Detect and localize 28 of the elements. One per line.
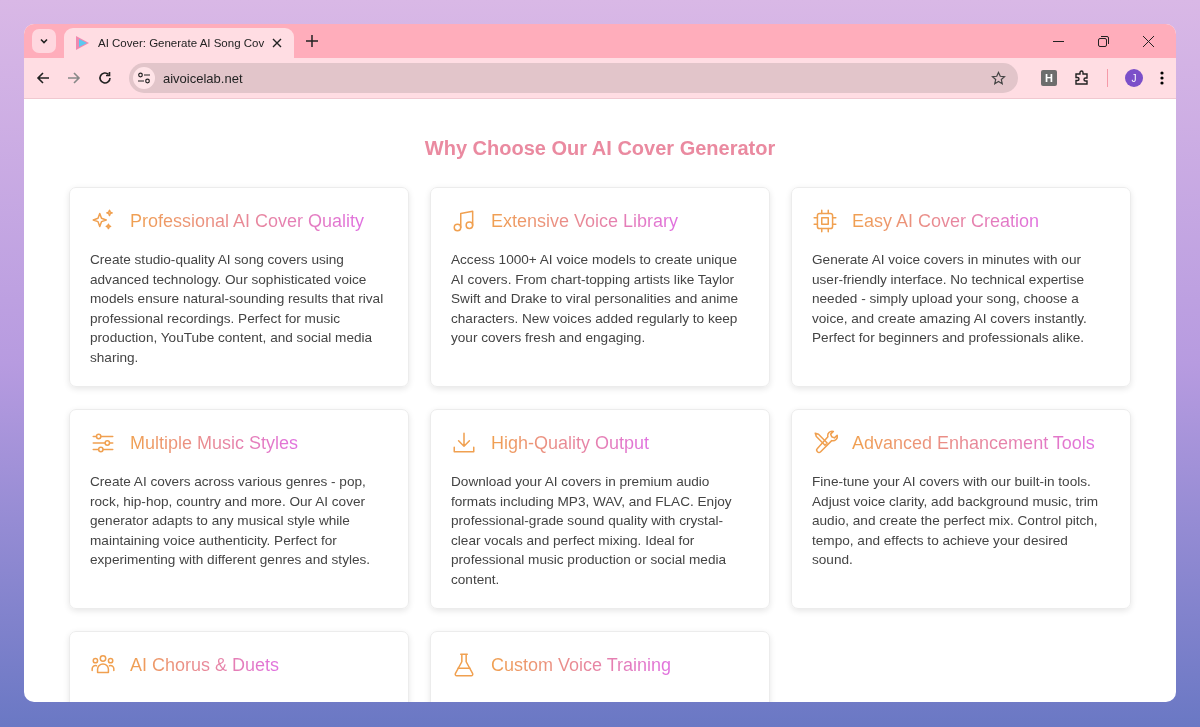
feature-description: Create studio-quality AI song covers using advanced technology. Our sophisticated voice models ensure natural-sounding results that rival professional recordings. Perfect for music production, YouTube content, and social media sharing. <box>90 251 385 367</box>
profile-avatar[interactable]: J <box>1125 69 1143 87</box>
extension-button[interactable]: H <box>1041 70 1057 86</box>
close-icon[interactable] <box>272 38 283 48</box>
address-bar[interactable]: aivoicelab.net <box>129 63 1018 93</box>
play-logo-icon <box>74 35 90 51</box>
site-settings-icon[interactable] <box>133 67 155 89</box>
back-arrow-icon[interactable] <box>36 71 50 85</box>
feature-description: Fine-tune your AI covers with our built-in tools. Adjust voice clarity, add background music, trim audio, and create the perfect mix. Control pitch, tempo, and effects to achieve your desired sound. <box>812 473 1100 570</box>
star-icon[interactable] <box>991 70 1006 86</box>
restore-icon[interactable] <box>1098 35 1109 47</box>
wrench-screwdriver-icon <box>812 430 838 456</box>
tab-list-button[interactable] <box>32 29 56 53</box>
feature-description: Create AI covers across various genres - pop, rock, hip-hop, country and more. Our AI cover generator adapts to any musical style while maintaining voice authenticity. Perfect for experimenting with different genres and styles. <box>90 473 372 570</box>
more-menu-icon[interactable] <box>1160 71 1164 85</box>
forward-arrow-icon[interactable] <box>67 71 81 85</box>
tab-title: AI Cover: Generate AI Song Cov <box>98 37 265 49</box>
feature-description: Download your AI covers in premium audio formats including MP3, WAV, and FLAC. Enjoy professional-grade sound quality with crystal-clear vocals and perfect mixing. Ideal for professional music production or social media content. <box>451 473 733 589</box>
browser-tab[interactable]: AI Cover: Generate AI Song Cov <box>64 28 295 58</box>
chip-icon <box>812 208 838 234</box>
reload-icon[interactable] <box>98 71 112 85</box>
section-heading: Why Choose Our AI Cover Generator <box>423 137 777 160</box>
feature-description: Access 1000+ AI voice models to create unique AI covers. From chart-topping artists like Taylor Swift and Drake to viral personalities and anime characters. New voices added regularly to keep your covers fresh and engaging. <box>451 251 740 348</box>
feature-description: Generate AI voice covers in minutes with our user-friendly interface. No technical expertise needed - simply upload your song, choose a voice, and create amazing AI covers instantly. Perfect for beginners and professionals alike. <box>812 251 1088 348</box>
new-tab-icon[interactable] <box>306 35 319 47</box>
url-text: aivoicelab.net <box>163 70 243 86</box>
close-icon[interactable] <box>1143 35 1154 47</box>
puzzle-icon[interactable] <box>1074 70 1090 86</box>
